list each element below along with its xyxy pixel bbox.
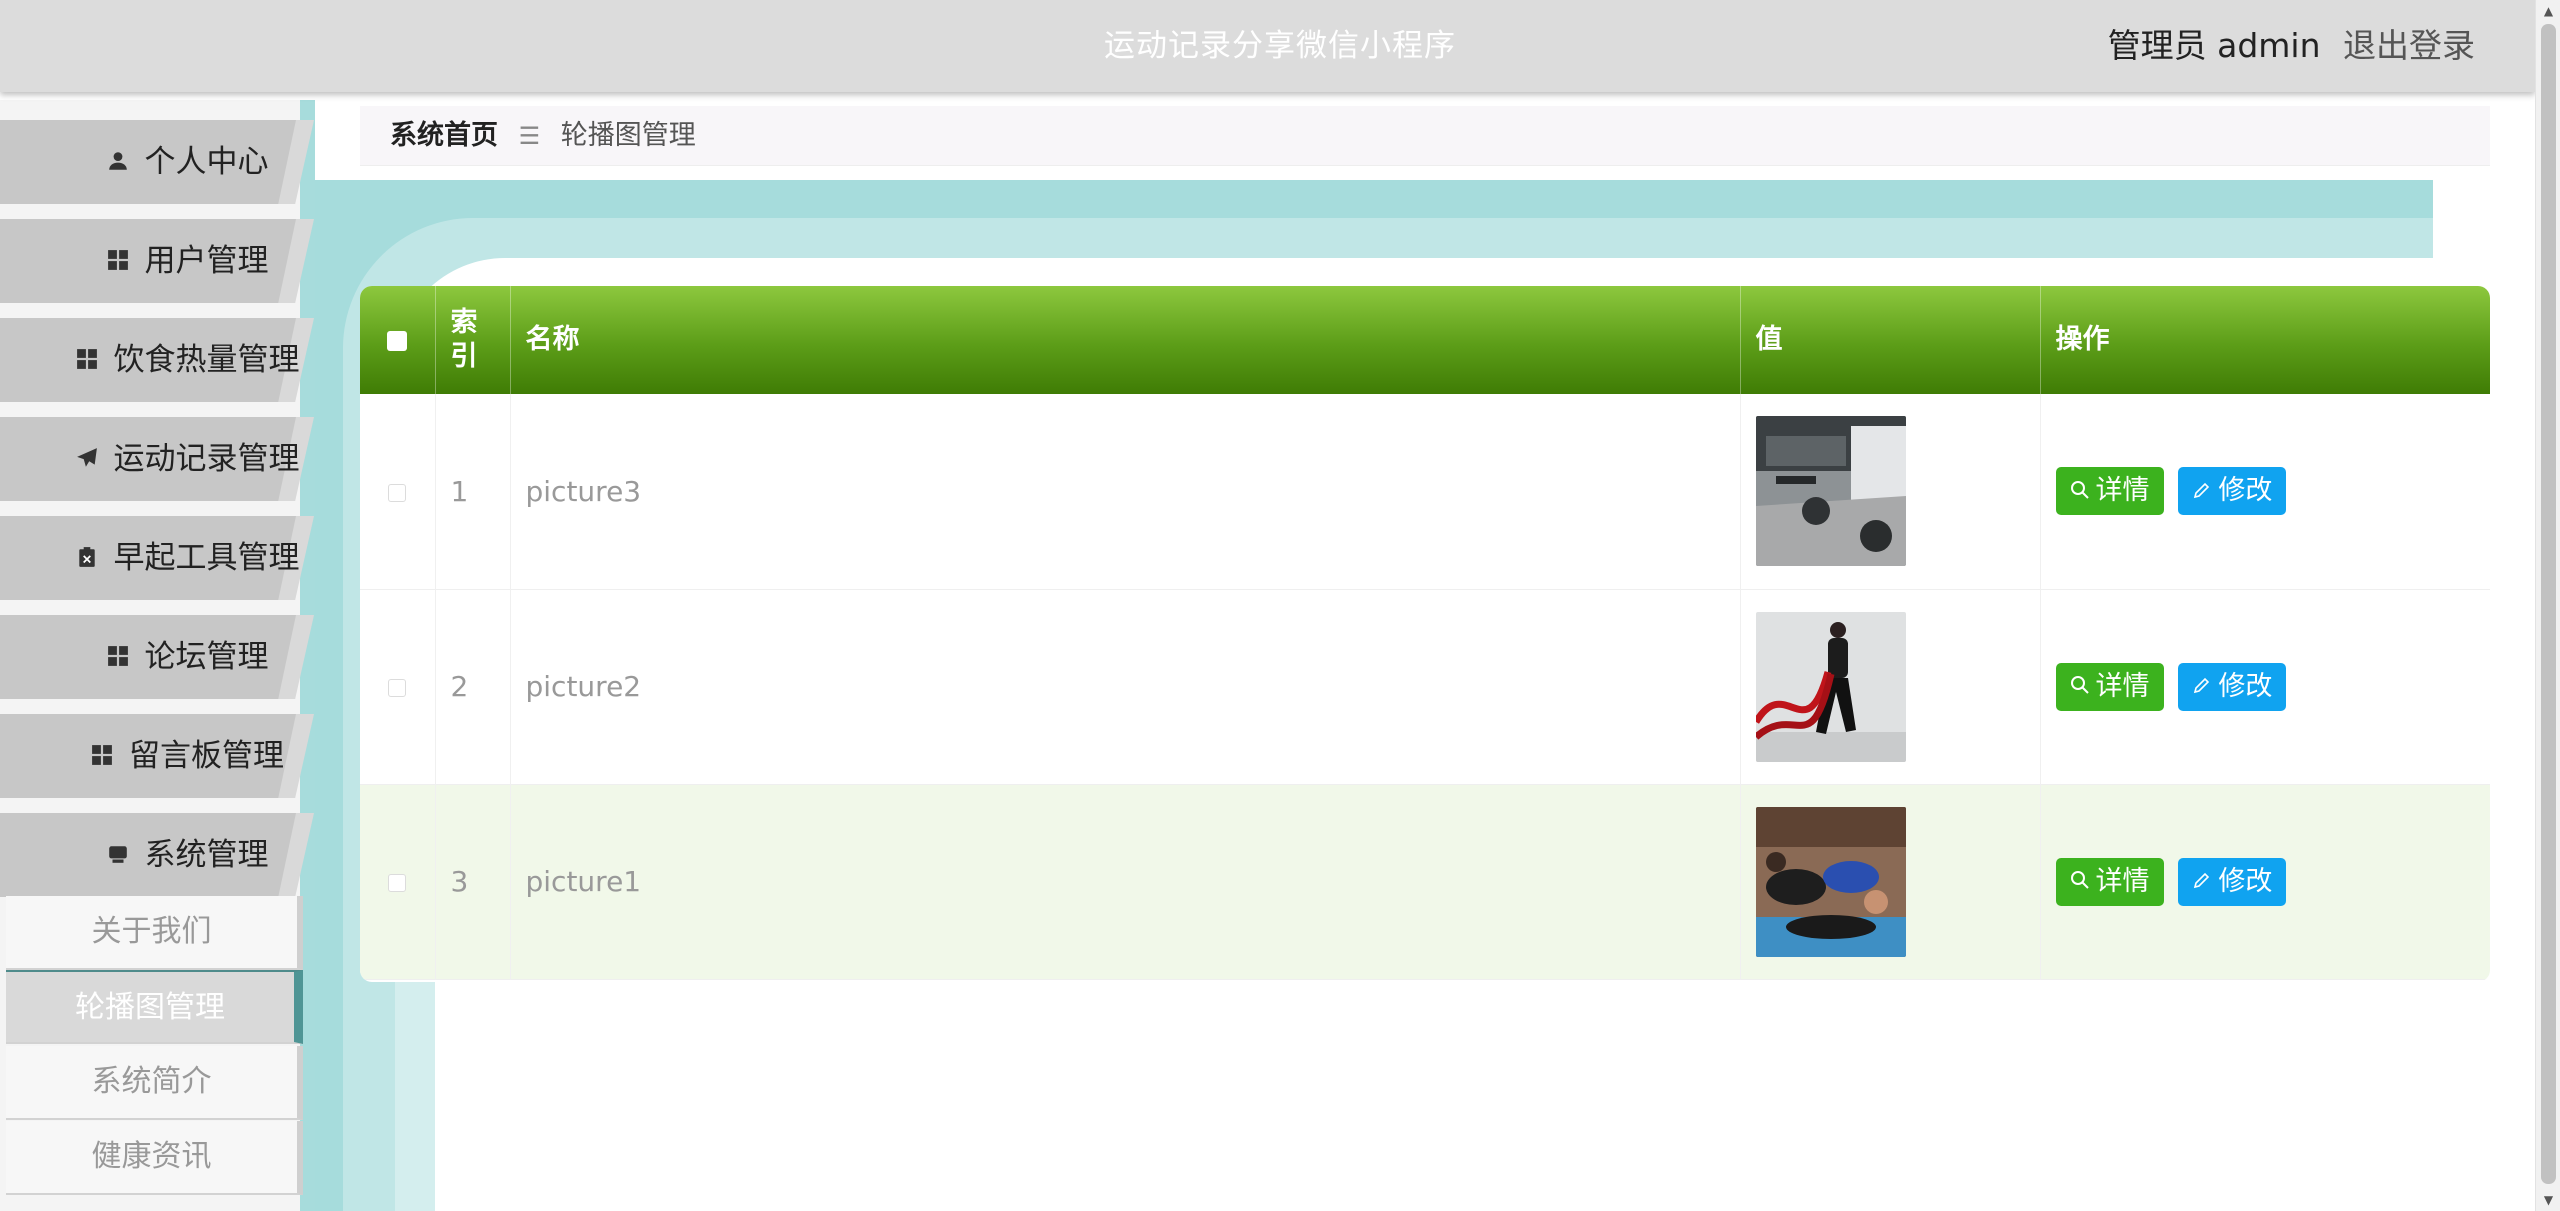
carousel-table: 索引 名称 值 操作 1 picture3 详情 修改 2 picture2 详… <box>360 286 2490 982</box>
pencil-icon <box>2192 480 2212 500</box>
sidebar-item-user-management[interactable]: 用户管理 <box>0 219 315 303</box>
row-checkbox[interactable] <box>388 483 407 502</box>
paper-plane-icon <box>76 447 98 469</box>
search-icon <box>2070 675 2090 695</box>
table-row: 3 picture1 详情 修改 <box>360 784 2490 979</box>
table-row: 1 picture3 详情 修改 <box>360 394 2490 589</box>
row-index: 3 <box>435 784 511 979</box>
row-value-cell <box>1740 784 2041 979</box>
sidebar-item-label: 运动记录管理 <box>113 441 300 477</box>
search-icon <box>2070 480 2090 500</box>
user-icon <box>107 150 129 172</box>
edit-button[interactable]: 修改 <box>2178 467 2287 516</box>
sidebar-item-early-rise-tools[interactable]: 早起工具管理 <box>0 516 315 600</box>
row-actions: 详情 修改 <box>2040 589 2490 784</box>
sidebar-item-label: 论坛管理 <box>144 639 269 675</box>
detail-button[interactable]: 详情 <box>2055 467 2164 516</box>
battle-rope-photo[interactable] <box>1755 611 1906 762</box>
sidebar-item-label: 个人中心 <box>144 144 269 180</box>
search-icon <box>2070 870 2090 890</box>
sidebar-item-label: 饮食热量管理 <box>113 342 300 378</box>
logout-link[interactable]: 退出登录 <box>2343 26 2475 65</box>
header-ops: 操作 <box>2055 324 2110 355</box>
scroll-up-arrow-icon[interactable]: ▲ <box>2536 0 2560 22</box>
breadcrumb-current: 轮播图管理 <box>560 120 696 151</box>
group-exercise-photo[interactable] <box>1755 806 1906 957</box>
row-actions: 详情 修改 <box>2040 784 2490 979</box>
sidebar-item-personal-center[interactable]: 个人中心 <box>0 120 315 204</box>
sidebar-item-system-management[interactable]: 系统管理 <box>0 813 315 897</box>
submenu-item-carousel-management[interactable]: 轮播图管理 <box>6 970 303 1044</box>
detail-button[interactable]: 详情 <box>2055 662 2164 711</box>
top-header: 运动记录分享微信小程序 管理员 admin 退出登录 <box>0 0 2535 92</box>
select-all-checkbox[interactable] <box>387 330 408 351</box>
header-value[interactable]: 值 <box>1740 286 2041 394</box>
breadcrumb-menu-icon: ☰ <box>518 122 541 150</box>
sidebar-item-exercise-records[interactable]: 运动记录管理 <box>0 417 315 501</box>
pencil-icon <box>2192 870 2212 890</box>
vertical-scrollbar[interactable]: ▲ ▼ <box>2535 0 2560 1211</box>
clipboard-icon <box>76 546 98 568</box>
row-name: picture1 <box>510 784 1741 979</box>
submenu-item-system-intro[interactable]: 系统简介 <box>6 1046 303 1120</box>
row-select-cell <box>360 784 436 979</box>
header-name[interactable]: 名称 <box>510 286 1741 394</box>
monitor-icon <box>107 843 129 865</box>
breadcrumb-home-link[interactable]: 系统首页 <box>390 120 498 151</box>
gym-interior-photo[interactable] <box>1755 416 1906 567</box>
grid-icon <box>91 744 113 766</box>
row-value-cell <box>1740 589 2041 784</box>
sidebar-item-label: 早起工具管理 <box>113 540 300 576</box>
sidebar-item-message-board[interactable]: 留言板管理 <box>0 714 315 798</box>
sidebar-item-label: 留言板管理 <box>129 738 284 774</box>
row-checkbox[interactable] <box>388 679 407 697</box>
edit-button[interactable]: 修改 <box>2178 662 2287 711</box>
grid-icon <box>107 249 129 271</box>
scroll-thumb[interactable] <box>2541 24 2556 1184</box>
sidebar-item-label: 用户管理 <box>144 243 269 279</box>
user-label: 管理员 admin <box>2107 26 2321 65</box>
user-area: 管理员 admin 退出登录 <box>2108 0 2475 92</box>
detail-button[interactable]: 详情 <box>2055 857 2164 906</box>
grid-icon <box>107 645 129 667</box>
row-select-cell <box>360 589 436 784</box>
row-checkbox[interactable] <box>388 874 407 892</box>
submenu-item-health-news[interactable]: 健康资讯 <box>6 1121 303 1195</box>
header-index[interactable]: 索引 <box>435 286 511 394</box>
row-index: 2 <box>435 589 511 784</box>
edit-button[interactable]: 修改 <box>2178 857 2287 906</box>
breadcrumb: 系统首页 ☰ 轮播图管理 <box>360 106 2490 166</box>
row-name: picture3 <box>510 394 1741 589</box>
sidebar-item-label: 系统管理 <box>144 837 269 873</box>
pencil-icon <box>2192 675 2212 695</box>
sidebar-item-diet-calorie[interactable]: 饮食热量管理 <box>0 318 315 402</box>
row-value-cell <box>1740 394 2041 589</box>
table-row: 2 picture2 详情 修改 <box>360 589 2490 784</box>
select-all-header <box>360 286 436 394</box>
scroll-down-arrow-icon[interactable]: ▼ <box>2536 1189 2560 1211</box>
sidebar-item-forum-management[interactable]: 论坛管理 <box>0 615 315 699</box>
row-select-cell <box>360 394 436 589</box>
submenu-item-about-us[interactable]: 关于我们 <box>6 896 303 970</box>
row-actions: 详情 修改 <box>2040 394 2490 589</box>
sidebar: 个人中心 用户管理 饮食热量管理 运动记录管理 早起工具管理 论坛管理 留言板管… <box>0 100 315 1211</box>
row-name: picture2 <box>510 589 1741 784</box>
table-header-row: 索引 名称 值 操作 <box>360 286 2490 394</box>
row-index: 1 <box>435 394 511 589</box>
grid-icon <box>76 348 98 370</box>
